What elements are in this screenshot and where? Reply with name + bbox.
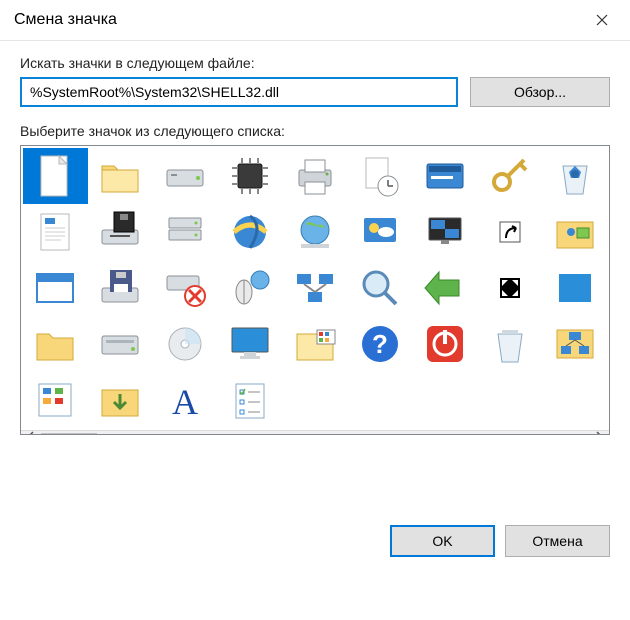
icon-path-input[interactable] — [20, 77, 458, 107]
icon-blue-square[interactable] — [542, 260, 607, 316]
icon-magnifier[interactable] — [347, 260, 412, 316]
icon-fullscreen-arrows[interactable] — [477, 260, 542, 316]
dialog-title: Смена значка — [14, 11, 117, 29]
icon-printer[interactable] — [283, 148, 348, 204]
chevron-right-icon — [595, 431, 603, 435]
browse-button[interactable]: Обзор... — [470, 77, 610, 107]
scroll-right-arrow[interactable] — [589, 431, 609, 435]
icon-list: ? A — [20, 145, 610, 435]
scroll-left-arrow[interactable] — [21, 431, 41, 435]
dialog-footer: OK Отмена — [0, 515, 630, 573]
chevron-left-icon — [27, 431, 35, 435]
icon-green-arrow-left[interactable] — [412, 260, 477, 316]
icon-network-computers[interactable] — [283, 260, 348, 316]
icon-mouse-globe[interactable] — [218, 260, 283, 316]
icon-folder-plain[interactable] — [23, 316, 88, 372]
scroll-track[interactable] — [41, 431, 589, 435]
ok-button[interactable]: OK — [390, 525, 495, 557]
dialog-content: Искать значки в следующем файле: Обзор..… — [0, 41, 630, 445]
icon-weather[interactable] — [347, 204, 412, 260]
icon-window[interactable] — [23, 260, 88, 316]
icon-power-shutdown[interactable] — [412, 316, 477, 372]
icon-hard-drive[interactable] — [153, 148, 218, 204]
icon-help-question[interactable]: ? — [347, 316, 412, 372]
icon-folder-user[interactable] — [542, 204, 607, 260]
icon-cpu-chip[interactable] — [218, 148, 283, 204]
icon-drive-error[interactable] — [153, 260, 218, 316]
titlebar: Смена значка — [0, 0, 630, 41]
icon-globe-network[interactable] — [283, 204, 348, 260]
icon-folder-apps[interactable] — [283, 316, 348, 372]
icon-monitor[interactable] — [218, 316, 283, 372]
icon-control-panel[interactable] — [23, 372, 88, 428]
icon-font-a[interactable]: A — [153, 372, 218, 428]
close-button[interactable] — [586, 8, 618, 32]
list-label: Выберите значок из следующего списка: — [20, 123, 610, 139]
scroll-thumb[interactable] — [41, 433, 97, 435]
icon-checklist[interactable] — [218, 372, 283, 428]
svg-text:?: ? — [372, 329, 388, 359]
icon-blank-document[interactable] — [23, 148, 88, 204]
icon-internet-explorer[interactable] — [218, 204, 283, 260]
icon-save-floppy[interactable] — [88, 260, 153, 316]
icon-recycle-bin-empty[interactable] — [477, 316, 542, 372]
icon-grid: ? A — [21, 146, 609, 430]
svg-text:A: A — [172, 382, 198, 422]
icon-run-dialog[interactable] — [412, 148, 477, 204]
path-row: Обзор... — [20, 77, 610, 107]
icon-display-checker[interactable] — [412, 204, 477, 260]
icon-gold-key[interactable] — [477, 148, 542, 204]
icon-drive-stack[interactable] — [153, 204, 218, 260]
icon-folder[interactable] — [88, 148, 153, 204]
icon-network-chart[interactable] — [542, 316, 607, 372]
horizontal-scrollbar[interactable] — [21, 430, 609, 435]
icon-document-clock[interactable] — [347, 148, 412, 204]
icon-recycle-bin-full[interactable] — [542, 148, 607, 204]
icon-shortcut-arrow[interactable] — [477, 204, 542, 260]
close-icon — [596, 14, 608, 26]
icon-folder-download[interactable] — [88, 372, 153, 428]
cancel-button[interactable]: Отмена — [505, 525, 610, 557]
icon-hard-drive-2[interactable] — [88, 316, 153, 372]
icon-floppy-drive[interactable] — [88, 204, 153, 260]
path-label: Искать значки в следующем файле: — [20, 55, 610, 71]
icon-optical-disc[interactable] — [153, 316, 218, 372]
icon-rich-text-document[interactable] — [23, 204, 88, 260]
